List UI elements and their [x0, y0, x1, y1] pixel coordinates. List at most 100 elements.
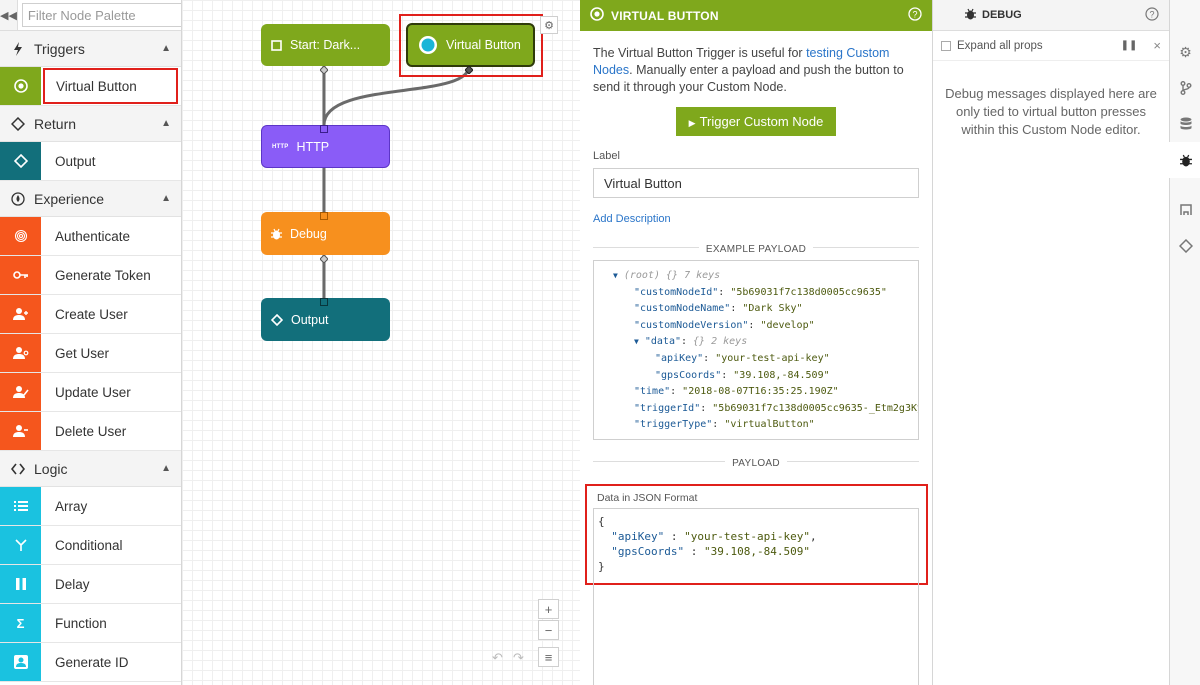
code-brackets-icon [10, 463, 26, 475]
tree-value: "Dark Sky" [742, 303, 803, 315]
tree-value: "2018-08-07T16:35:25.190Z" [682, 386, 839, 398]
json-key: "apiKey" [611, 530, 665, 543]
bracket-square-icon[interactable] [1170, 192, 1200, 228]
gear-icon[interactable]: ⚙ [1170, 34, 1200, 70]
zoom-in-button[interactable]: + [538, 599, 559, 619]
debug-toolbar: Expand all props ❚❚ × [933, 31, 1169, 61]
payload-field-label: Data in JSON Format [597, 492, 698, 504]
node-output-port[interactable] [319, 62, 329, 75]
node-input-port[interactable] [320, 208, 328, 220]
branch-icon[interactable] [1170, 70, 1200, 106]
chevron-up-icon[interactable]: ▲ [161, 463, 171, 474]
tree-row-root[interactable]: ▼ (root) {} 7 keys [613, 268, 918, 285]
palette-item-label: Conditional [55, 537, 123, 553]
palette-item-generate-token[interactable]: Generate Token [0, 256, 181, 295]
json-brace: } [598, 560, 605, 573]
palette-item-label: Get User [55, 345, 110, 361]
category-triggers[interactable]: Triggers ▲ [0, 31, 181, 67]
example-payload-tree[interactable]: ▼ (root) {} 7 keys "customNodeId": "5b69… [593, 260, 919, 440]
caret-down-icon[interactable]: ▼ [613, 271, 618, 280]
list-icon [0, 487, 41, 525]
chevron-up-icon[interactable]: ▲ [161, 118, 171, 129]
palette-item-conditional[interactable]: Conditional [0, 526, 181, 565]
help-icon[interactable]: ? [1145, 6, 1159, 24]
sigma-icon: Σ [0, 604, 41, 642]
filter-node-palette-input[interactable] [21, 3, 181, 27]
add-description-link[interactable]: Add Description [593, 213, 919, 225]
expand-all-checkbox[interactable] [941, 40, 951, 51]
tree-row: "apiKey": "your-test-api-key" [655, 352, 830, 364]
trigger-custom-node-button[interactable]: ▶ Trigger Custom Node [676, 107, 836, 136]
palette-item-create-user[interactable]: Create User [0, 295, 181, 334]
example-payload-divider: EXAMPLE PAYLOAD [593, 240, 919, 255]
category-logic[interactable]: Logic ▲ [0, 451, 181, 487]
palette-item-output[interactable]: Output [0, 142, 181, 181]
trigger-button-label: Trigger Custom Node [699, 114, 824, 129]
tree-row: "triggerType": "virtualButton" [634, 419, 815, 431]
category-experience[interactable]: Experience ▲ [0, 181, 181, 217]
node-settings-gear-icon[interactable]: ⚙ [540, 16, 558, 34]
node-label: Start: Dark... [290, 38, 361, 52]
node-input-port[interactable] [320, 121, 328, 133]
divider-heading: PAYLOAD [725, 458, 787, 469]
bracket-square-icon [271, 39, 282, 51]
node-output-port[interactable] [319, 251, 329, 264]
tree-key: "apiKey" [655, 352, 704, 364]
debug-title: DEBUG [982, 9, 1022, 21]
debug-panel: DEBUG ? Expand all props ❚❚ × Debug mess… [933, 0, 1169, 685]
palette-item-authenticate[interactable]: Authenticate [0, 217, 181, 256]
json-value: "39.108,-84.509" [703, 545, 810, 558]
zoom-out-button[interactable]: − [538, 620, 559, 640]
palette-item-get-user[interactable]: Get User [0, 334, 181, 373]
diamond-code-icon[interactable] [1170, 228, 1200, 264]
database-icon[interactable] [1170, 106, 1200, 142]
divider-heading: EXAMPLE PAYLOAD [698, 244, 814, 255]
node-input-port[interactable] [320, 294, 328, 306]
palette-item-update-user[interactable]: Update User [0, 373, 181, 412]
node-virtual-button[interactable]: Virtual Button [406, 23, 535, 67]
category-return[interactable]: Return ▲ [0, 106, 181, 142]
redo-icon[interactable]: ↷ [513, 650, 524, 666]
tree-key: "data" [644, 336, 681, 348]
node-output-port[interactable] [464, 62, 474, 75]
node-palette: ◀◀ Triggers ▲ Virtual Button Return ▲ [0, 0, 182, 685]
payload-json-editor[interactable]: { "apiKey" : "your-test-api-key", "gpsCo… [593, 508, 919, 685]
palette-item-label: Authenticate [55, 228, 131, 244]
caret-down-icon[interactable]: ▼ [634, 337, 639, 346]
diamond-code-icon [10, 116, 26, 131]
palette-item-delete-user[interactable]: Delete User [0, 412, 181, 451]
node-start[interactable]: Start: Dark... [261, 24, 390, 66]
palette-item-label: Create User [55, 306, 128, 322]
description-text: The Virtual Button Trigger is useful for [593, 46, 807, 60]
pause-icon[interactable]: ❚❚ [1121, 40, 1138, 51]
tree-row-data[interactable]: ▼ "data": {} 2 keys [613, 334, 918, 351]
help-icon[interactable]: ? [908, 7, 922, 24]
tree-key: "customNodeName" [634, 303, 731, 315]
chevron-up-icon[interactable]: ▲ [161, 193, 171, 204]
workflow-canvas[interactable]: Start: Dark... Virtual Button ⚙ HTTP HTT… [182, 0, 580, 685]
undo-icon[interactable]: ↶ [492, 650, 503, 666]
target-icon [0, 67, 41, 105]
category-label: Return [34, 115, 77, 132]
palette-item-delay[interactable]: Delay [0, 565, 181, 604]
palette-item-label: Array [55, 498, 88, 514]
bug-icon[interactable] [1169, 142, 1200, 178]
key-icon [0, 256, 41, 294]
json-brace: { [598, 515, 605, 528]
settings-body: The Virtual Button Trigger is useful for… [580, 31, 932, 469]
target-icon [418, 35, 438, 55]
chevron-up-icon[interactable]: ▲ [161, 43, 171, 54]
tree-value: "39.108,-84.509" [733, 369, 830, 381]
palette-item-function[interactable]: Σ Function [0, 604, 181, 643]
label-input[interactable] [593, 168, 919, 198]
close-icon[interactable]: × [1153, 38, 1161, 53]
tree-value: "develop" [760, 319, 815, 331]
palette-item-virtual-button[interactable]: Virtual Button [0, 67, 181, 106]
tree-row: "time": "2018-08-07T16:35:25.190Z" [634, 386, 839, 398]
collapse-palette-icon[interactable]: ◀◀ [0, 0, 18, 30]
menu-lines-icon[interactable]: ≡ [538, 647, 559, 667]
palette-item-generate-id[interactable]: Generate ID [0, 643, 181, 682]
tree-value: "5b69031f7c138d0005cc9635" [730, 286, 887, 298]
palette-item-array[interactable]: Array [0, 487, 181, 526]
play-icon: ▶ [688, 118, 696, 128]
